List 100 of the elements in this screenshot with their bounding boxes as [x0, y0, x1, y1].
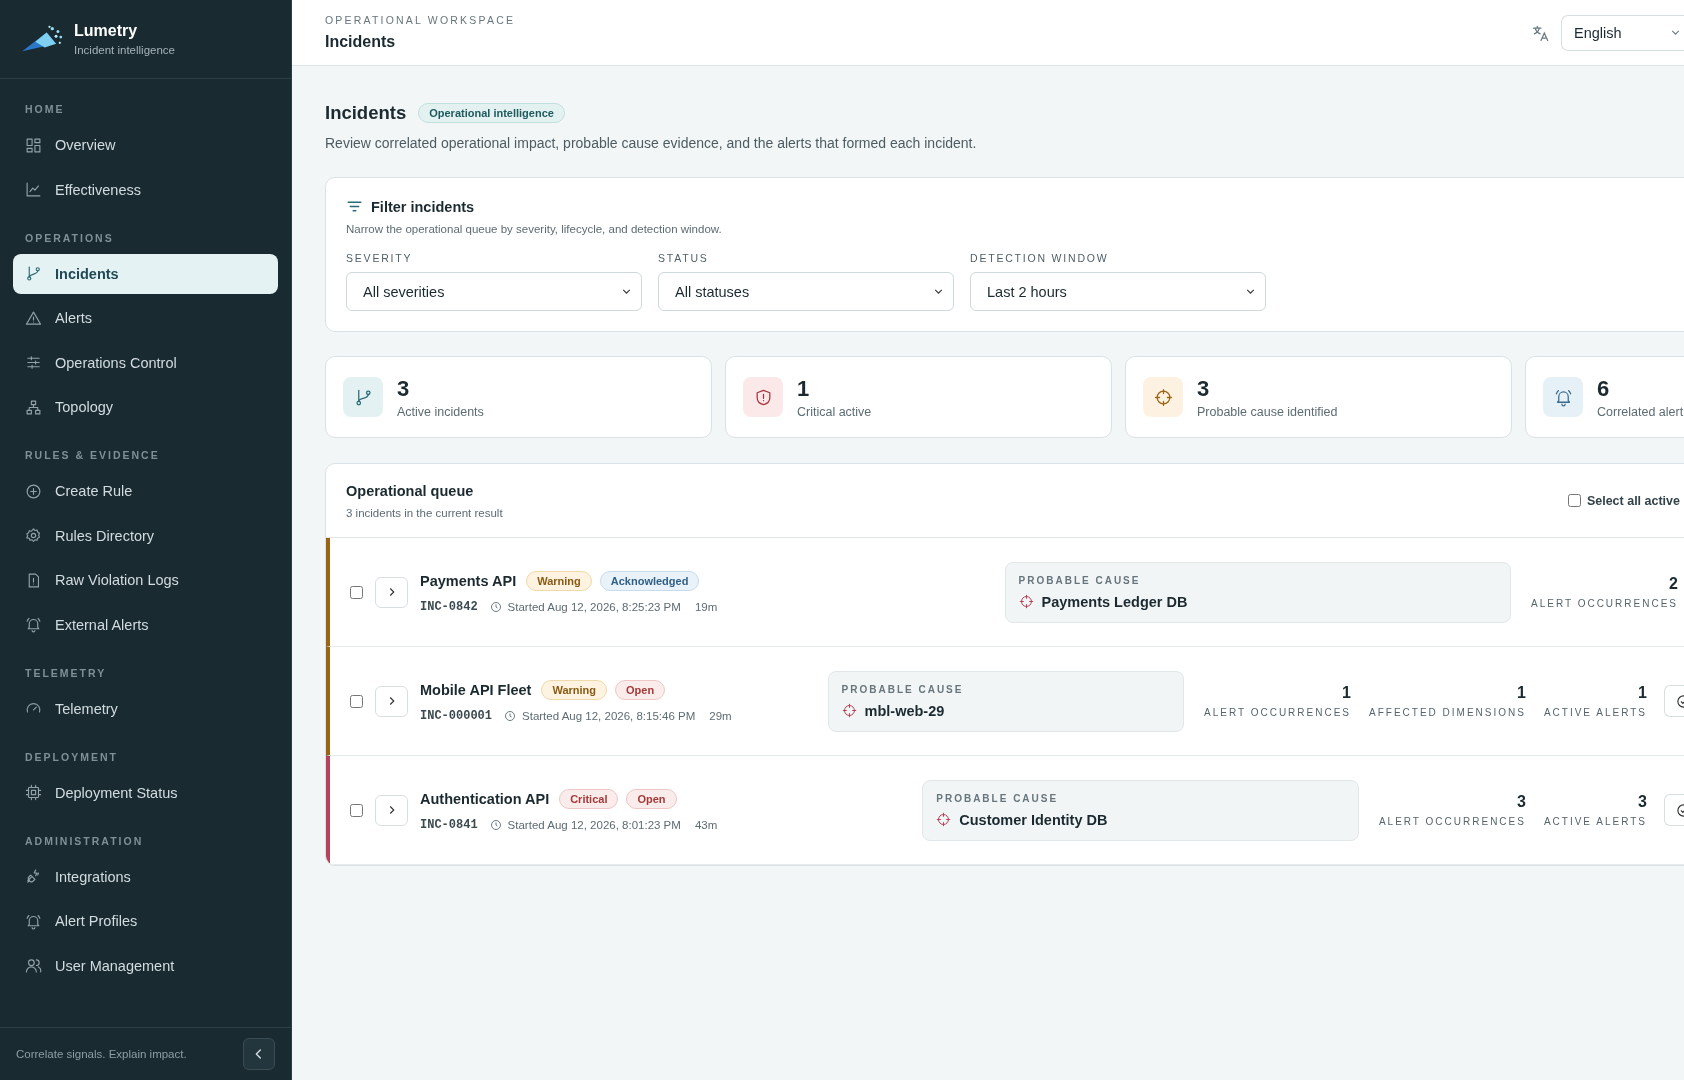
checkbox[interactable] — [350, 694, 363, 708]
status-badge: Open — [626, 788, 677, 809]
nav-section-title: DEPLOYMENT — [24, 750, 119, 763]
metric-label: ALERT OCCURRENCES — [1531, 598, 1678, 609]
incident-id: INC-0841 — [420, 817, 478, 832]
status-badge: Critical — [559, 788, 619, 809]
metric-value: 3 — [1637, 793, 1647, 811]
nav-item[interactable]: External Alerts — [13, 604, 278, 645]
clock-icon — [489, 818, 502, 831]
queue-title: Operational queue — [346, 482, 475, 499]
nav-item[interactable]: Alerts — [13, 298, 278, 338]
plus-circle-icon — [25, 482, 42, 500]
sidebar-tagline: Correlate signals. Explain impact. — [16, 1048, 187, 1060]
nav-item[interactable]: Telemetry — [13, 688, 278, 729]
filter-description: Narrow the operational queue by severity, lifecycle, and detection window. — [346, 223, 723, 235]
line-chart-icon — [25, 181, 42, 198]
nav-item[interactable]: Create Rule — [13, 471, 278, 511]
metric-label: ACTIVE ALERTS — [1543, 816, 1647, 827]
language-select[interactable]: English — [1561, 14, 1684, 51]
incident-name: Authentication API — [420, 790, 550, 807]
start-time: Started Aug 12, 2026, 8:25:23 PM — [507, 600, 681, 613]
queue-count: 3 incidents in the current result — [346, 506, 503, 519]
nav-item[interactable]: Incidents — [13, 253, 278, 294]
nav-section-title: ADMINISTRATION — [24, 834, 145, 847]
field-label: STATUS — [658, 252, 710, 264]
metric-value: 1 — [1637, 684, 1647, 702]
incident-age: 29m — [709, 709, 732, 722]
stat-value: 3 — [397, 375, 411, 402]
status-badge: Acknowledged — [599, 570, 700, 591]
nav-item[interactable]: Deployment Status — [13, 772, 278, 813]
status-badge: Warning — [541, 679, 608, 700]
nav-item[interactable]: User Management — [13, 945, 278, 986]
nav-section-title: TELEMETRY — [24, 666, 108, 679]
nav-item[interactable]: Alert Profiles — [13, 901, 278, 941]
nav-item[interactable]: Rules Directory — [13, 515, 278, 556]
warning-icon — [25, 309, 42, 327]
nav-item[interactable]: Overview — [13, 125, 278, 165]
bell-icon — [1553, 387, 1573, 407]
metric-value: 1 — [1516, 684, 1526, 702]
metric-label: AFFECTED DIMENSIONS — [1369, 707, 1526, 718]
crosshair-icon — [1153, 387, 1173, 407]
nav-section-title: HOME — [24, 103, 66, 115]
nav-item[interactable]: Topology — [13, 387, 278, 427]
bell-icon — [25, 912, 42, 930]
nav-item[interactable]: Effectiveness — [13, 169, 278, 210]
checkbox[interactable] — [350, 803, 363, 817]
nav-section-title: OPERATIONS — [24, 231, 115, 244]
incident-row[interactable]: Mobile API Fleet Warning Open INC-000001 Started Aug 12, 2026, 8:15:46 PM 29m PROBABLE CAUSE mbl-web-29 1 ALERT OCCURRENCES 1 AFFECTED DIMENSIONS 1 ACTIVE ALERTS — [326, 647, 1684, 756]
incident-row[interactable]: Payments API Warning Acknowledged INC-0842 Started Aug 12, 2026, 8:25:23 PM 19m PROBABLE CAUSE Payments Ledger DB 2 ALERT OCCURRENCES — [326, 538, 1684, 647]
incident-id: INC-0842 — [420, 599, 478, 614]
users-icon — [25, 957, 42, 974]
nav-item[interactable]: Operations Control — [13, 342, 278, 383]
clock-icon — [504, 709, 516, 722]
nav-item[interactable]: Integrations — [13, 856, 278, 897]
bell-icon — [25, 616, 42, 633]
grid-icon — [25, 136, 42, 154]
incident-id: INC-000001 — [420, 708, 492, 723]
status-badge: Open — [615, 679, 666, 700]
metric-label: ACTIVE ALERTS — [1543, 707, 1647, 718]
stat-value: 3 — [1197, 375, 1211, 402]
sliders-icon — [25, 354, 42, 371]
checkbox[interactable] — [350, 585, 363, 599]
eyebrow-label: OPERATIONAL WORKSPACE — [325, 14, 516, 26]
incident-age: 43m — [694, 818, 718, 831]
crosshair-icon — [1018, 594, 1034, 609]
start-time: Started Aug 12, 2026, 8:01:23 PM — [507, 818, 681, 831]
metric-value: 3 — [1516, 793, 1526, 811]
checkbox-label: Select all active — [1586, 493, 1680, 508]
start-time: Started Aug 12, 2026, 8:15:46 PM — [522, 709, 696, 722]
plug-icon — [25, 868, 42, 885]
metric-value: 1 — [1341, 684, 1351, 702]
incident-age: 19m — [694, 600, 718, 613]
field-label: DETECTION WINDOW — [970, 252, 1110, 264]
gear-icon — [25, 527, 42, 544]
cause-label: PROBABLE CAUSE — [936, 792, 1060, 804]
metric-label: ALERT OCCURRENCES — [1204, 707, 1351, 718]
incident-name: Payments API — [420, 572, 517, 589]
crosshair-icon — [936, 812, 952, 827]
branch-icon — [25, 265, 42, 282]
cause-name: Payments Ledger DB — [1041, 593, 1188, 610]
metric-value: 2 — [1668, 575, 1678, 593]
clock-icon — [489, 600, 502, 613]
stat-value: 1 — [797, 375, 811, 402]
cause-label: PROBABLE CAUSE — [841, 683, 965, 695]
checkbox[interactable] — [1567, 494, 1581, 507]
filter-title: Filter incidents — [371, 198, 475, 215]
stat-label: Critical active — [797, 404, 872, 419]
status-badge: Warning — [526, 570, 592, 591]
filter-select[interactable]: All severities — [346, 272, 642, 311]
crosshair-icon — [841, 703, 857, 718]
hierarchy-icon — [25, 398, 42, 416]
nav-item[interactable]: Raw Violation Logs — [13, 560, 278, 600]
filter-select[interactable]: All statuses — [658, 272, 954, 311]
stat-label: Probable cause identified — [1197, 404, 1338, 419]
stat-label: Active incidents — [397, 404, 484, 419]
page-description: Review correlated operational impact, probable cause evidence, and the alerts that formed each incident. — [325, 135, 978, 151]
incident-row[interactable]: Authentication API Critical Open INC-0841 Started Aug 12, 2026, 8:01:23 PM 43m PROBABLE CAUSE Customer Identity DB 3 ALERT OCCURRENCES 3 ACTIVE ALERTS — [326, 756, 1684, 865]
filter-select[interactable]: Last 2 hours — [970, 272, 1266, 311]
metric-label: ALERT OCCURRENCES — [1378, 816, 1526, 827]
stat-value: 6 — [1597, 375, 1611, 402]
